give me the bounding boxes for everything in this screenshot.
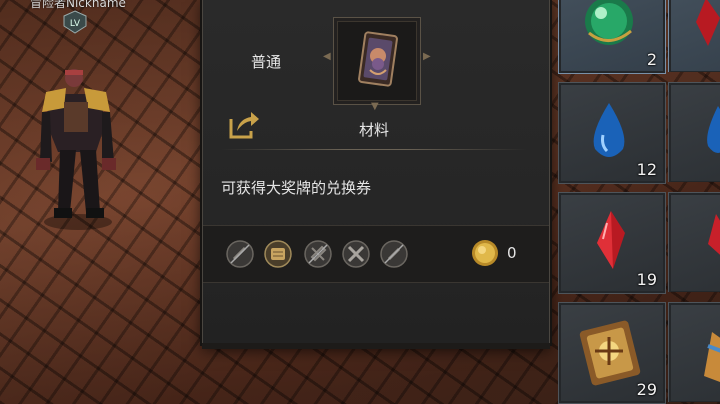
player-character[interactable] bbox=[28, 62, 128, 232]
item-tooltip: 普通 ◀ ▶ ▼ 材料 可获得大奖牌的兑换券 0 bbox=[202, 0, 550, 349]
frame-ornament-right: ▶ bbox=[423, 51, 431, 62]
disabled-tool-icon bbox=[304, 240, 332, 268]
share-icon[interactable] bbox=[227, 109, 261, 141]
cross-tools-icon bbox=[342, 240, 370, 268]
slot-count: 29 bbox=[636, 380, 657, 399]
voucher-card-icon bbox=[358, 31, 398, 87]
item-icon-frame bbox=[333, 17, 421, 105]
blue-drop-icon bbox=[707, 106, 720, 153]
level-badge-icon: LV bbox=[63, 10, 87, 34]
slot-count: 19 bbox=[636, 270, 657, 289]
slot-count: 12 bbox=[636, 160, 657, 179]
inventory-slot[interactable]: 29 bbox=[558, 302, 666, 404]
tooltip-divider bbox=[221, 149, 527, 150]
item-icon bbox=[704, 332, 720, 382]
item-price: 0 bbox=[507, 244, 517, 262]
svg-text:LV: LV bbox=[70, 19, 81, 29]
inventory-slot[interactable]: 2 bbox=[558, 0, 666, 74]
red-gem-icon bbox=[696, 0, 720, 46]
inventory-slot-partial[interactable] bbox=[668, 0, 720, 72]
inventory-slot-partial[interactable] bbox=[668, 82, 720, 182]
red-crystal-icon bbox=[708, 214, 720, 255]
disabled-sword-icon bbox=[380, 240, 408, 268]
item-type: 材料 bbox=[359, 121, 390, 139]
inventory-slot-partial[interactable] bbox=[668, 192, 720, 292]
disabled-tag-icon bbox=[226, 240, 254, 268]
scroll-tag-icon bbox=[264, 240, 292, 268]
frame-ornament-left: ◀ bbox=[323, 51, 331, 62]
slot-count: 2 bbox=[646, 50, 657, 69]
item-grade: 普通 bbox=[251, 53, 282, 71]
inventory-slot-partial[interactable] bbox=[668, 302, 720, 402]
inventory-slot[interactable]: 19 bbox=[558, 192, 666, 294]
inventory-slot[interactable]: 12 bbox=[558, 82, 666, 184]
frame-ornament-bottom: ▼ bbox=[371, 101, 379, 112]
item-description: 可获得大奖牌的兑换券 bbox=[221, 179, 372, 197]
gold-coin-icon bbox=[472, 240, 498, 266]
